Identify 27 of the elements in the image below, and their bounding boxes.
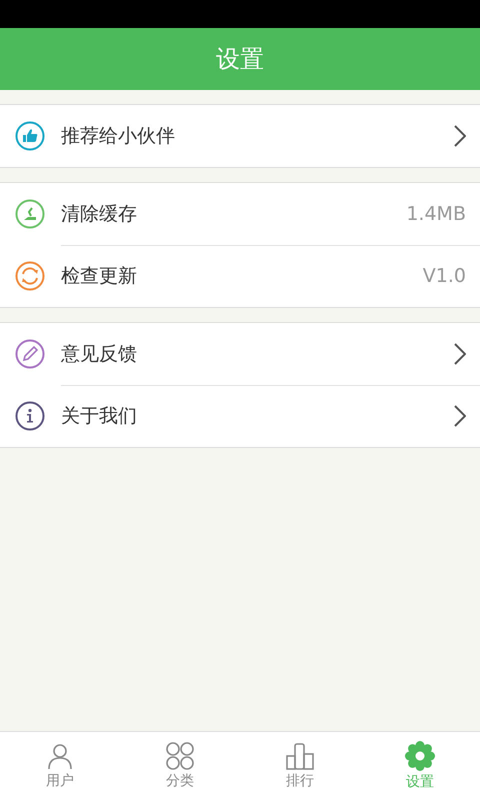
settings-row[interactable]: 意见反馈: [0, 323, 480, 385]
row-label: 清除缓存: [61, 202, 138, 227]
bar-chart-icon: [285, 742, 315, 770]
row-label: 关于我们: [61, 404, 138, 429]
nav-tab[interactable]: 分类: [120, 732, 240, 800]
nav-tab[interactable]: 排行: [240, 732, 360, 800]
row-value: 1.4MB: [406, 203, 466, 225]
settings-row[interactable]: 检查更新 V1.0: [0, 245, 480, 307]
info-icon: [15, 401, 45, 431]
thumbs-up-icon: [15, 121, 45, 151]
row-label: 推荐给小伙伴: [61, 124, 176, 149]
refresh-icon: [15, 261, 45, 291]
user-icon: [46, 742, 74, 770]
row-label: 检查更新: [61, 264, 138, 289]
gear-icon: [405, 741, 435, 771]
chevron-icon: [454, 125, 466, 147]
row-value: V1.0: [422, 265, 466, 287]
page-title: 设置: [216, 44, 264, 75]
chevron-icon: [454, 343, 466, 365]
settings-row[interactable]: 清除缓存 1.4MB: [0, 183, 480, 245]
settings-row[interactable]: 关于我们: [0, 385, 480, 447]
grid-icon: [165, 742, 195, 770]
nav-tab[interactable]: 用户: [0, 732, 120, 800]
settings-row[interactable]: 推荐给小伙伴: [0, 105, 480, 167]
chevron-icon: [454, 405, 466, 427]
pencil-icon: [15, 339, 45, 369]
row-label: 意见反馈: [61, 342, 138, 367]
